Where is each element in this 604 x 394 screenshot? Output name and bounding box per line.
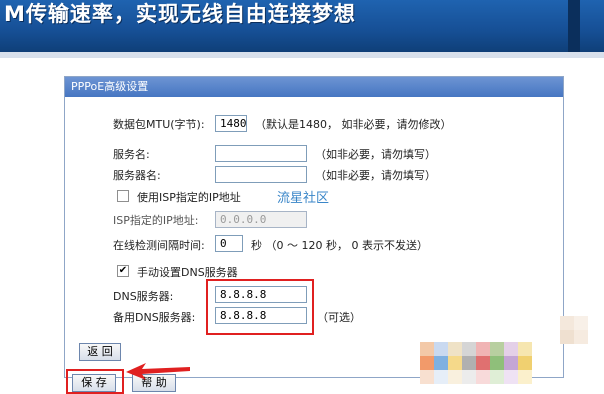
server-name-input[interactable] <box>215 166 307 183</box>
alt-dns-label: 备用DNS服务器: <box>113 311 196 324</box>
service-name-input[interactable] <box>215 145 307 162</box>
interval-label: 在线检测间隔时间: <box>113 239 205 252</box>
manual-dns-label: 手动设置DNS服务器 <box>137 266 238 279</box>
back-button[interactable]: 返 回 <box>79 343 121 361</box>
save-highlight-box <box>66 369 124 394</box>
blurred-mosaic <box>420 316 604 394</box>
red-arrow-icon <box>126 363 190 380</box>
mtu-label: 数据包MTU(字节): <box>113 118 205 131</box>
manual-dns-checkbox[interactable]: ✔ <box>117 265 129 277</box>
mtu-input[interactable]: 1480 <box>215 115 247 132</box>
interval-input[interactable]: 0 <box>215 235 243 252</box>
service-name-note: （如非必要，请勿填写） <box>315 148 436 161</box>
interval-note: 秒 （0 ～ 120 秒， 0 表示不发送） <box>251 239 428 252</box>
service-name-label: 服务名: <box>113 148 150 161</box>
mtu-note: （默认是1480， 如非必要，请勿修改） <box>255 118 452 131</box>
dns-highlight-box <box>206 279 314 335</box>
use-isp-ip-label: 使用ISP指定的IP地址 <box>137 191 241 204</box>
isp-ip-label: ISP指定的IP地址: <box>113 214 199 227</box>
top-banner: M传输速率，实现无线自由连接梦想 <box>0 0 604 52</box>
alt-dns-note: （可选） <box>317 311 361 324</box>
server-name-label: 服务器名: <box>113 169 161 182</box>
use-isp-ip-checkbox[interactable] <box>117 190 129 202</box>
banner-slogan: M传输速率，实现无线自由连接梦想 <box>4 2 356 26</box>
dns-label: DNS服务器: <box>113 290 174 303</box>
watermark-text: 流星社区 <box>277 191 330 206</box>
banner-scroll-edge <box>568 0 580 52</box>
banner-divider <box>0 52 604 58</box>
isp-ip-input[interactable]: 0.0.0.0 <box>215 211 307 228</box>
panel-title: PPPoE高级设置 <box>65 77 563 97</box>
server-name-note: （如非必要，请勿填写） <box>315 169 436 182</box>
